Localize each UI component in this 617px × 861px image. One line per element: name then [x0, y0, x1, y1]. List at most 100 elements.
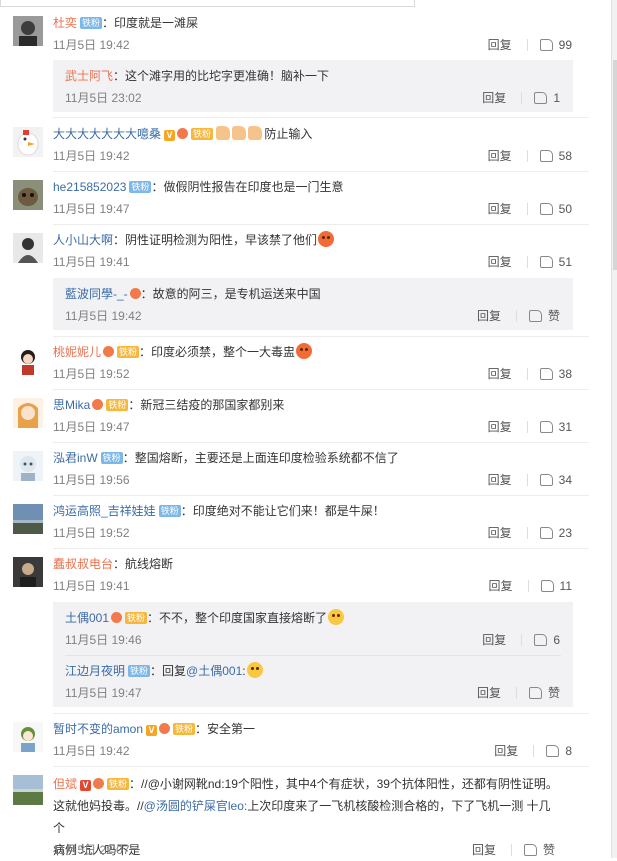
- reply-button[interactable]: 回复: [489, 577, 513, 594]
- reply-button[interactable]: 回复: [488, 471, 512, 488]
- comment-username[interactable]: 泓君inW: [53, 451, 98, 465]
- comment-text: ：新冠三结疫的那国家都别来: [128, 398, 285, 412]
- avatar[interactable]: [13, 16, 43, 46]
- comment-text: ：安全第一: [195, 722, 256, 736]
- reply-username[interactable]: 江边月夜明: [65, 664, 125, 678]
- reply-username[interactable]: 藍波同學-_-: [65, 287, 128, 301]
- like-icon[interactable]: [534, 634, 548, 646]
- comment-username[interactable]: he215852023: [53, 180, 126, 194]
- fan-badge[interactable]: 铁粉: [128, 665, 151, 677]
- like-icon[interactable]: [539, 421, 553, 433]
- comment-text: 防止输入: [264, 127, 313, 141]
- reply-button[interactable]: 回复: [477, 307, 501, 324]
- reply-button[interactable]: 回复: [482, 631, 506, 648]
- like-icon[interactable]: [523, 844, 537, 856]
- fan-badge[interactable]: 铁粉: [106, 399, 129, 411]
- avatar[interactable]: [13, 180, 43, 210]
- comment-text: ：航线熔断: [113, 557, 174, 571]
- reply-button[interactable]: 回复: [488, 418, 512, 435]
- fan-badge[interactable]: 铁粉: [173, 723, 196, 735]
- fan-badge[interactable]: 铁粉: [191, 128, 214, 140]
- like-count[interactable]: 51: [559, 255, 572, 269]
- like-icon[interactable]: [528, 687, 542, 699]
- fan-badge[interactable]: 铁粉: [107, 778, 130, 790]
- fan-badge[interactable]: 铁粉: [158, 505, 181, 517]
- reply-time: 11月5日 19:46: [65, 633, 142, 647]
- avatar[interactable]: [13, 345, 43, 375]
- avatar[interactable]: [13, 557, 43, 587]
- like-icon[interactable]: [540, 580, 554, 592]
- comment-username[interactable]: 鸿运高照_吉祥娃娃: [53, 504, 156, 518]
- avatar[interactable]: [13, 775, 43, 805]
- comment-username[interactable]: 暂时不变的amon: [53, 722, 143, 736]
- avatar[interactable]: [13, 398, 43, 428]
- like-count[interactable]: 11: [560, 579, 572, 593]
- reply-button[interactable]: 回复: [482, 89, 506, 106]
- comment-username[interactable]: 人小山大啊: [53, 233, 113, 247]
- divider: [53, 548, 589, 549]
- avatar[interactable]: [13, 233, 43, 263]
- like-icon[interactable]: [539, 474, 553, 486]
- reply-button[interactable]: 回复: [488, 36, 512, 53]
- comment-username[interactable]: 杜奕: [53, 16, 77, 30]
- like-icon[interactable]: [539, 150, 553, 162]
- fan-badge[interactable]: 铁粉: [125, 612, 148, 624]
- like-count[interactable]: 赞: [543, 843, 555, 857]
- like-count[interactable]: 50: [559, 202, 572, 216]
- scrollbar[interactable]: [611, 0, 617, 858]
- comment-username[interactable]: 桃妮妮儿: [53, 345, 101, 359]
- comment: 但斌 V 铁粉 ：//@小谢网靴nd:19个阳性，其中4个有症状，39个抗体阳性，还都…: [0, 773, 600, 858]
- like-count[interactable]: 38: [559, 367, 572, 381]
- reply-item: 武士阿飞：这个滩字用的比坨字更准确！脑补一下 11月5日 23:02 回复 1: [65, 67, 573, 111]
- reply-button[interactable]: 回复: [472, 841, 496, 858]
- like-count[interactable]: 31: [559, 420, 572, 434]
- fan-badge[interactable]: 铁粉: [129, 181, 152, 193]
- avatar[interactable]: [13, 127, 43, 157]
- comment-username[interactable]: 大大大大大大大噫桑: [53, 127, 161, 141]
- like-count[interactable]: 6: [553, 633, 560, 647]
- reply-username[interactable]: 土偶001: [65, 611, 109, 625]
- reply-button[interactable]: 回复: [488, 147, 512, 164]
- laugh-emoji-icon: [328, 609, 345, 625]
- like-icon[interactable]: [539, 203, 553, 215]
- fan-badge[interactable]: 铁粉: [100, 452, 123, 464]
- comment-username[interactable]: 蠢叔叔电台: [53, 557, 113, 571]
- comment-username[interactable]: 思Mika: [53, 398, 90, 412]
- like-count[interactable]: 赞: [548, 686, 560, 700]
- like-count[interactable]: 58: [559, 149, 572, 163]
- fan-badge[interactable]: 铁粉: [80, 17, 103, 29]
- avatar[interactable]: [13, 722, 43, 752]
- mention-link[interactable]: @汤圆的铲屎官leo:: [144, 799, 248, 813]
- reply-button[interactable]: 回复: [488, 524, 512, 541]
- like-count[interactable]: 8: [565, 744, 572, 758]
- reply-button[interactable]: 回复: [488, 253, 512, 270]
- comment: 大大大大大大大噫桑 V 铁粉 防止输入 11月5日 19:42 回复 58: [0, 125, 600, 171]
- avatar[interactable]: [13, 451, 43, 481]
- like-icon[interactable]: [528, 310, 542, 322]
- comment-username[interactable]: 但斌: [53, 777, 77, 791]
- mention-link[interactable]: @土偶001: [186, 664, 242, 678]
- reply-button[interactable]: 回复: [488, 365, 512, 382]
- scrollbar-thumb[interactable]: [613, 60, 617, 270]
- reply-button[interactable]: 回复: [494, 742, 518, 759]
- like-count[interactable]: 赞: [548, 309, 560, 323]
- like-icon[interactable]: [539, 368, 553, 380]
- fan-badge[interactable]: 铁粉: [117, 346, 140, 358]
- like-count[interactable]: 99: [559, 38, 572, 52]
- reply-button[interactable]: 回复: [477, 684, 501, 701]
- comment-time: 11月5日 19:41: [53, 255, 130, 269]
- like-count[interactable]: 34: [559, 473, 572, 487]
- like-icon[interactable]: [539, 256, 553, 268]
- reply-item: 土偶001 铁粉 ：不不，整个印度国家直接熔断了 11月5日 19:46 回复 6: [65, 609, 573, 653]
- like-count[interactable]: 23: [559, 526, 572, 540]
- like-icon[interactable]: [539, 39, 553, 51]
- like-icon[interactable]: [546, 745, 560, 757]
- reply-username[interactable]: 武士阿飞: [65, 69, 113, 83]
- like-icon[interactable]: [534, 92, 548, 104]
- like-count[interactable]: 1: [553, 91, 560, 105]
- comment: he215852023 铁粉 ：做假阴性报告在印度也是一门生意 11月5日 19:4…: [0, 178, 600, 224]
- like-icon[interactable]: [539, 527, 553, 539]
- comment-time: 11月5日 19:52: [53, 526, 130, 540]
- reply-button[interactable]: 回复: [488, 200, 512, 217]
- avatar[interactable]: [13, 504, 43, 534]
